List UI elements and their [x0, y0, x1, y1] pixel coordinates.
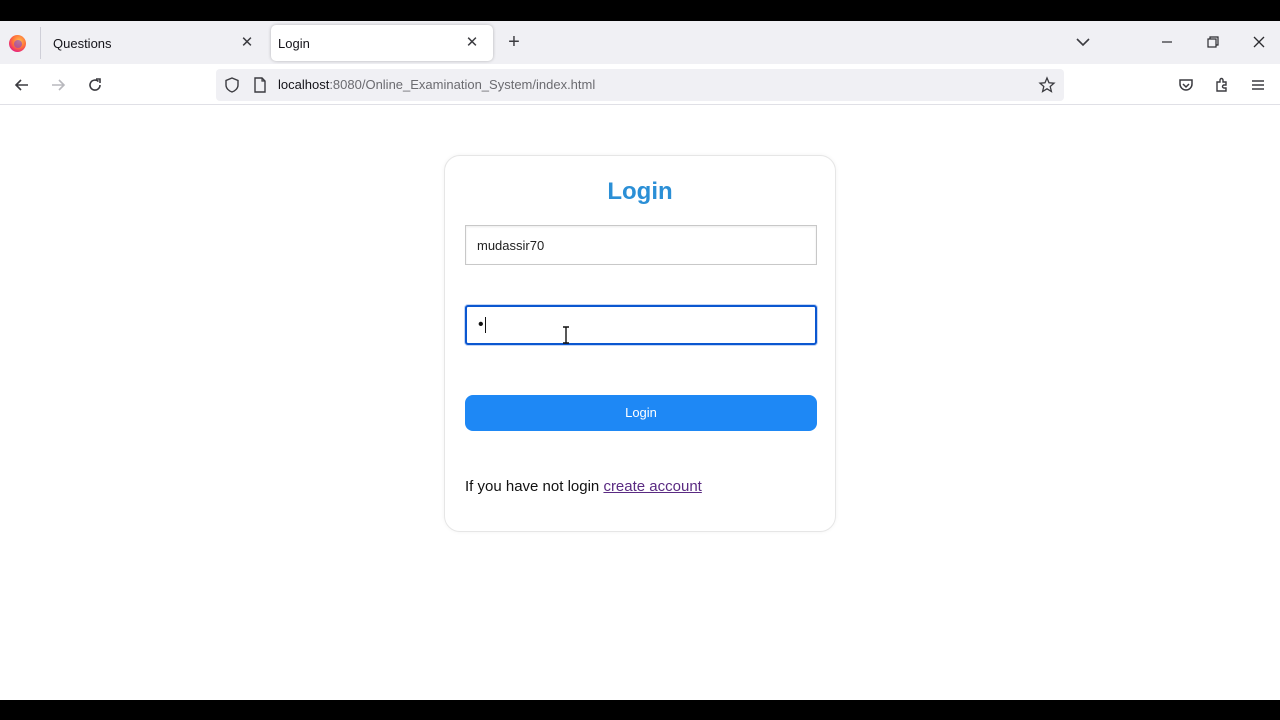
tab-login[interactable]: Login ✕	[271, 25, 493, 61]
tab-questions[interactable]: Questions ✕	[40, 25, 268, 61]
login-title: Login	[607, 178, 673, 205]
top-black-bar	[0, 0, 1280, 21]
tab-list-icon[interactable]	[1073, 33, 1093, 51]
tab-strip: Questions ✕ Login ✕ +	[0, 21, 1280, 64]
minimize-icon[interactable]	[1156, 31, 1178, 53]
login-button[interactable]: Login	[465, 395, 817, 431]
login-card: Login mudassir70 • Login If you have not…	[444, 155, 836, 532]
firefox-logo-icon	[9, 35, 26, 52]
reload-icon	[89, 78, 101, 91]
url-text[interactable]: localhost:8080/Online_Examination_System…	[278, 77, 595, 92]
create-account-link[interactable]: create account	[603, 478, 701, 495]
navigation-toolbar: localhost:8080/Online_Examination_System…	[0, 64, 1280, 105]
url-path: :8080/Online_Examination_System/index.ht…	[329, 77, 596, 92]
url-bar[interactable]: localhost:8080/Online_Examination_System…	[216, 69, 1064, 101]
footer-prefix: If you have not login	[465, 478, 604, 495]
password-value: •	[478, 316, 484, 333]
bookmark-star-icon[interactable]	[1038, 76, 1056, 94]
pocket-icon	[1179, 79, 1193, 91]
page-icon[interactable]	[252, 76, 268, 94]
close-tab-icon[interactable]: ✕	[238, 34, 256, 52]
shield-icon[interactable]	[223, 76, 241, 94]
close-window-icon[interactable]	[1248, 31, 1270, 53]
reload-button[interactable]	[84, 74, 106, 96]
menu-button[interactable]	[1247, 74, 1269, 96]
password-input[interactable]: •	[465, 305, 817, 345]
extensions-icon	[1216, 77, 1227, 92]
username-input[interactable]: mudassir70	[465, 225, 817, 265]
extensions-button[interactable]	[1211, 74, 1233, 96]
text-caret	[484, 317, 486, 333]
tab-label: Questions	[53, 35, 112, 51]
forward-icon	[52, 79, 66, 91]
menu-icon	[1252, 80, 1264, 90]
pocket-button[interactable]	[1175, 74, 1197, 96]
close-tab-icon[interactable]: ✕	[463, 34, 481, 52]
create-account-prompt: If you have not login create account	[465, 478, 702, 495]
bottom-black-bar	[0, 700, 1280, 720]
tab-label: Login	[278, 35, 310, 51]
back-icon	[14, 79, 28, 91]
username-value: mudassir70	[477, 237, 545, 253]
browser-window: Questions ✕ Login ✕ + localhost:8080/Onl…	[0, 21, 1280, 700]
forward-button[interactable]	[47, 74, 69, 96]
text-cursor-icon	[563, 326, 569, 344]
page-content: Login mudassir70 • Login If you have not…	[0, 106, 1280, 700]
new-tab-button[interactable]: +	[504, 31, 524, 53]
url-host: localhost	[278, 77, 330, 92]
back-button[interactable]	[11, 74, 33, 96]
restore-icon[interactable]	[1202, 31, 1224, 53]
